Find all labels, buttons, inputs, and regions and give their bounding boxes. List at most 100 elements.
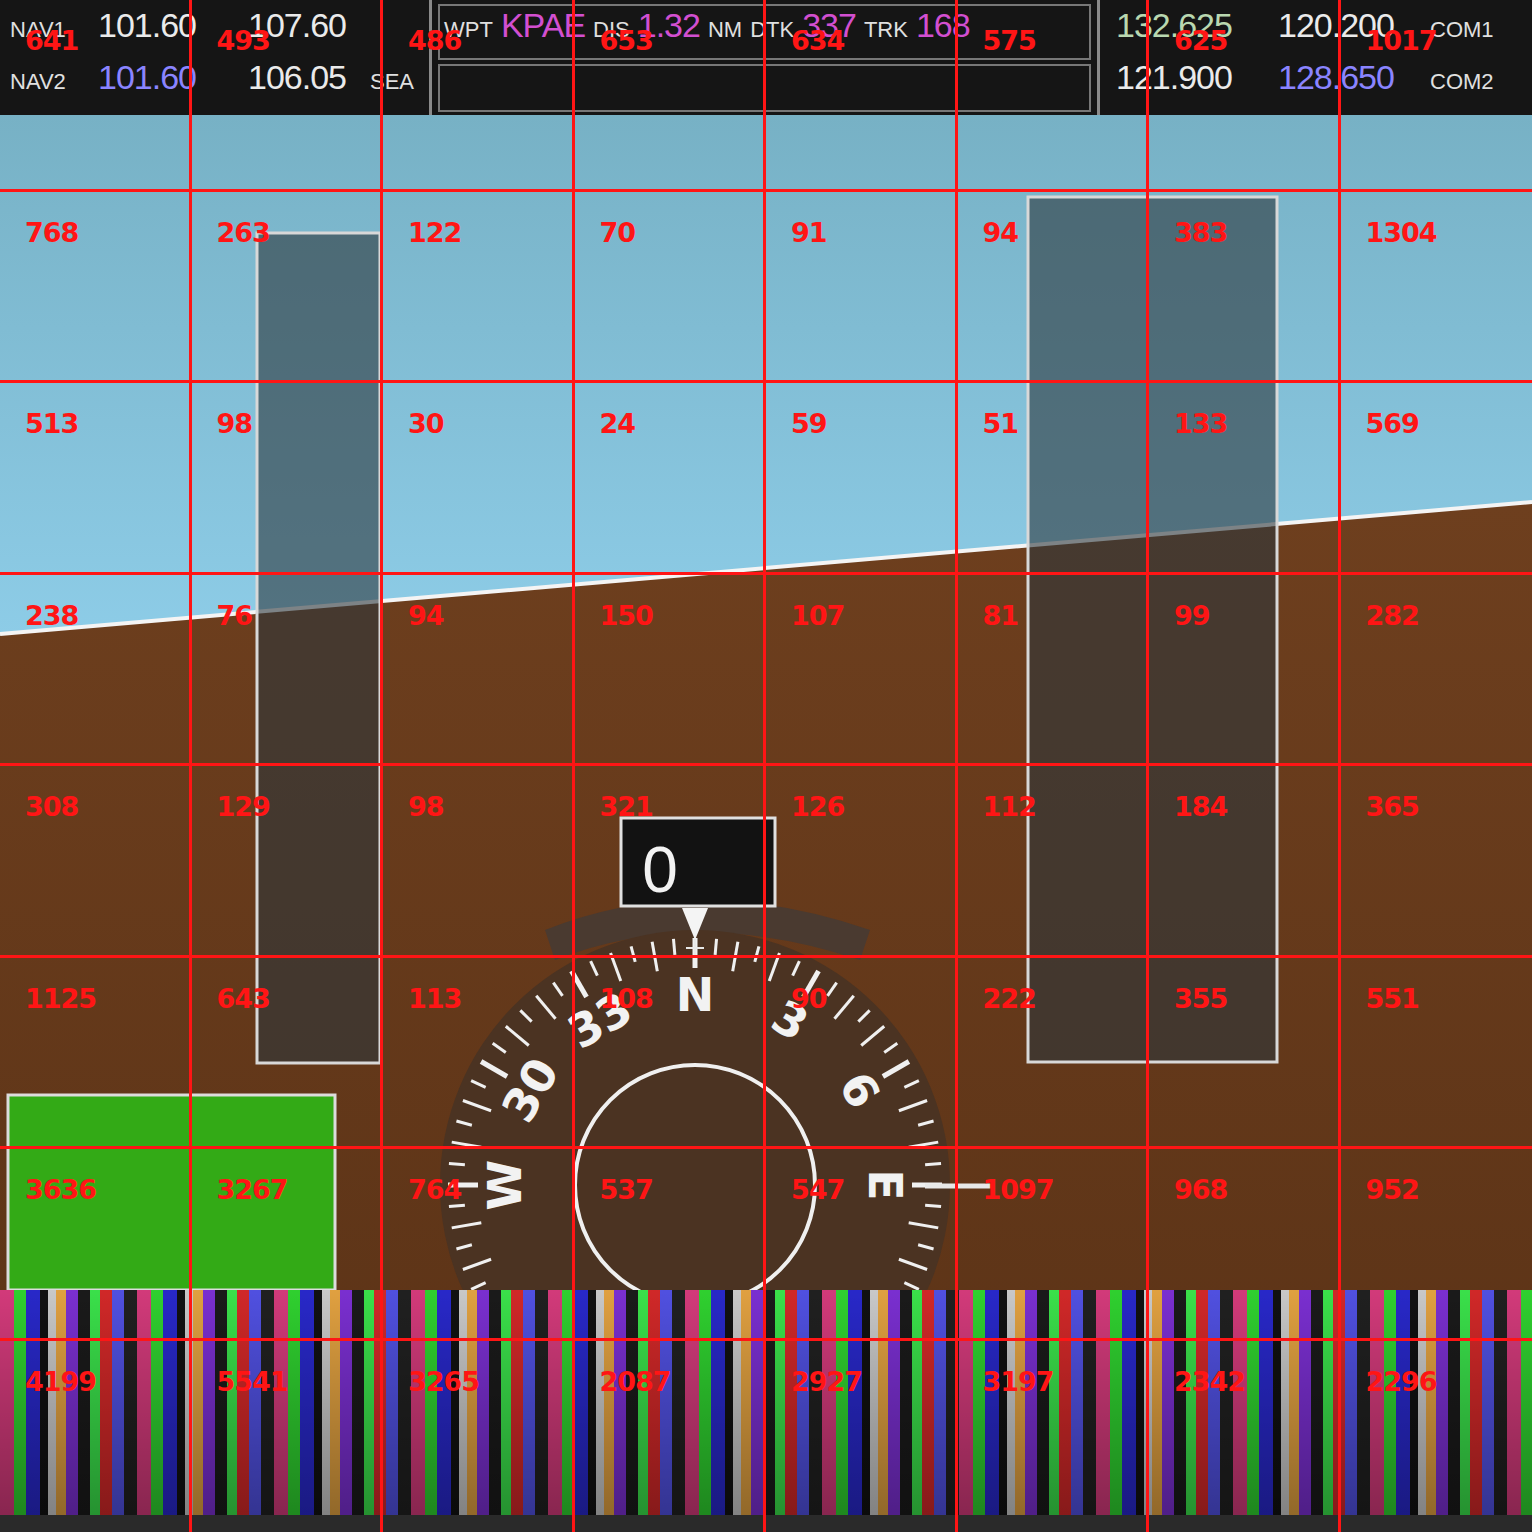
compass-tick	[463, 1259, 491, 1269]
grid-number: 70	[600, 217, 636, 248]
grid-number: 2087	[600, 1366, 671, 1397]
grid-number: 122	[408, 217, 461, 248]
horizon-line	[0, 502, 1532, 634]
grid-cell: 30	[383, 383, 575, 575]
grid-cell: 5541	[192, 1341, 384, 1532]
compass-tick	[925, 1205, 941, 1206]
grid-cell: 383	[1149, 192, 1341, 384]
grid-number: 3265	[408, 1366, 479, 1397]
compass-label: N	[676, 968, 715, 1022]
grid-number: 282	[1366, 600, 1419, 631]
grid-number: 94	[408, 600, 444, 631]
grid-cell: 537	[575, 1149, 767, 1341]
grid-cell: 764	[383, 1149, 575, 1341]
compass-tick	[631, 946, 635, 961]
compass-label: 33	[559, 981, 641, 1060]
grid-cell: 122	[383, 192, 575, 384]
grid-cell: 547	[766, 1149, 958, 1341]
com-active-frequency: 121.900	[1116, 58, 1278, 97]
grid-number: 383	[1174, 217, 1227, 248]
nav-active-frequency: 101.60	[98, 6, 248, 45]
compass-tick	[884, 1043, 897, 1052]
grid-number: 634	[791, 25, 844, 56]
crosshair-icon	[686, 939, 704, 957]
grid-number: 764	[408, 1174, 461, 1205]
nav-station: SEA	[370, 69, 414, 95]
grid-number: 3267	[217, 1174, 288, 1205]
compass-tick	[769, 953, 779, 981]
grid-cell: 2927	[766, 1341, 958, 1532]
grid-cell: 634	[766, 0, 958, 192]
grid-number: 493	[217, 25, 270, 56]
compass-tick	[673, 939, 674, 955]
compass-tick	[909, 1142, 939, 1147]
compass-tick	[899, 1259, 927, 1269]
compass-inner-ring	[575, 1065, 815, 1305]
grid-number: 641	[25, 25, 78, 56]
grid-cell: 81	[958, 575, 1150, 767]
compass-label: W	[478, 1160, 532, 1211]
compass-tick	[918, 1121, 933, 1125]
grid-number: 24	[600, 408, 636, 439]
grid-number: 99	[1174, 600, 1210, 631]
grid-cell: 355	[1149, 958, 1341, 1150]
nav-row: NAV1101.60107.60	[10, 6, 429, 58]
grid-cell: 99	[1149, 575, 1341, 767]
com-row: 121.900128.650COM2	[1116, 58, 1532, 110]
attitude-display: N36EW30330	[0, 115, 1532, 1532]
grid-cell: 1304	[1341, 192, 1532, 384]
grid-number: 184	[1174, 791, 1227, 822]
grid-number: 321	[600, 791, 653, 822]
compass-tick	[481, 1062, 507, 1077]
grid-number: 81	[983, 600, 1019, 631]
lubber-line-icon	[682, 908, 708, 940]
compass-tick	[452, 1142, 482, 1147]
compass-tick	[456, 1245, 471, 1249]
com-panel: 132.625120.200COM1121.900128.650COM2	[1100, 0, 1532, 115]
grid-cell: 4199	[0, 1341, 192, 1532]
grid-cell: 133	[1149, 383, 1341, 575]
nav-row: NAV2101.60106.05SEA	[10, 58, 429, 110]
grid-cell: 1097	[958, 1149, 1150, 1341]
compass-tick	[572, 971, 587, 997]
grid-number: 30	[408, 408, 444, 439]
grid-number: 59	[791, 408, 827, 439]
green-panel	[8, 1095, 335, 1290]
message-box	[438, 64, 1091, 112]
grid-cell: 108	[575, 958, 767, 1150]
distance-unit: NM	[708, 17, 742, 43]
com-standby-frequency: 120.200	[1278, 6, 1430, 45]
grid-overlay: 6414934866536345756251017768263122709194…	[0, 0, 1532, 1532]
distance-label: DIS	[593, 17, 630, 43]
grid-cell: 51	[958, 383, 1150, 575]
grid-number: 108	[600, 983, 653, 1014]
grid-number: 112	[983, 791, 1036, 822]
grid-cell: 2296	[1341, 1341, 1532, 1532]
heading-box	[621, 818, 775, 906]
com-row: 132.625120.200COM1	[1116, 6, 1532, 58]
compass-tick	[883, 1062, 909, 1077]
compass-tick	[925, 1163, 941, 1164]
grid-number: 4199	[25, 1366, 96, 1397]
grid-cell: 1125	[0, 958, 192, 1150]
grid-number: 486	[408, 25, 461, 56]
compass-tick	[463, 1101, 491, 1111]
waypoint-row: WPTKPAEDIS1.32NMDTK337TRK168	[438, 4, 1091, 60]
compass-tick	[733, 942, 738, 972]
compass-tick	[904, 1283, 919, 1290]
nav-standby-frequency: 106.05	[248, 58, 370, 97]
radio-bar: NAV1101.60107.60NAV2101.60106.05SEAWPTKP…	[0, 0, 1532, 115]
grid-number: 952	[1366, 1174, 1419, 1205]
compass-tick	[493, 1043, 506, 1052]
grid-number: 537	[600, 1174, 653, 1205]
grid-number: 113	[408, 983, 461, 1014]
grid-number: 768	[25, 217, 78, 248]
grid-cell: 643	[192, 958, 384, 1150]
grid-cell: 2342	[1149, 1341, 1341, 1532]
grid-cell: 308	[0, 766, 192, 958]
grid-cell: 625	[1149, 0, 1341, 192]
grid-cell: 513	[0, 383, 192, 575]
grid-number: 2296	[1366, 1366, 1437, 1397]
compass-tick	[520, 1010, 531, 1021]
grid-number: 1017	[1366, 25, 1437, 56]
